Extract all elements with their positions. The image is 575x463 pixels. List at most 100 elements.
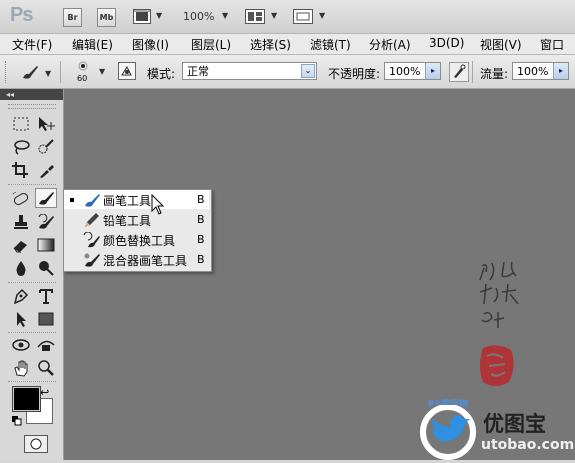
flyout-item-brush-tool[interactable]: 画笔工具 B: [64, 190, 209, 209]
separator: [8, 184, 56, 186]
menu-edit[interactable]: 编辑(E): [72, 36, 113, 53]
calligraphy-signature-watermark: [474, 258, 534, 341]
foreground-color-swatch[interactable]: [12, 386, 41, 412]
brush-size: 60: [77, 74, 88, 83]
twitter-bird-logo: [417, 404, 479, 463]
color-replacement-tool-icon: [83, 231, 101, 251]
opacity-label: 不透明度:: [328, 67, 381, 81]
move-tool-icon[interactable]: [35, 114, 57, 134]
photoshop-logo: Ps: [10, 4, 33, 26]
brush-tip-icon[interactable]: [77, 60, 89, 72]
airbrush-icon[interactable]: [449, 62, 469, 85]
menu-3d[interactable]: 3D(D): [429, 36, 464, 50]
brush-tools-flyout: 画笔工具 B 铅笔工具 B 颜色替换工具 B 混合器画笔工具 B: [63, 189, 212, 272]
flyout-item-label: 画笔工具: [103, 194, 152, 208]
menu-layer[interactable]: 图层(L): [191, 36, 231, 53]
flyout-item-label: 混合器画笔工具: [103, 254, 188, 268]
blend-mode-select[interactable]: 正常 ⌄: [182, 62, 317, 80]
watermark-url: utobao.com: [481, 437, 575, 453]
rectangle-tool-icon[interactable]: [35, 309, 57, 329]
red-seal-stamp: [477, 342, 517, 393]
menu-view[interactable]: 视图(V): [480, 36, 522, 53]
type-tool-icon[interactable]: [35, 286, 57, 306]
lasso-tool-icon[interactable]: [10, 137, 32, 157]
chevron-down-icon[interactable]: ▼: [156, 11, 162, 20]
chevron-down-icon[interactable]: ▼: [222, 11, 228, 20]
menu-file[interactable]: 文件(F): [12, 36, 52, 53]
chevron-down-icon[interactable]: ▼: [45, 69, 51, 78]
brush-tool-icon: [83, 192, 101, 211]
tools-panel: ◂◂ ↩: [0, 89, 64, 460]
arrange-documents-icon[interactable]: [245, 9, 265, 27]
shortcut-key: B: [197, 193, 205, 206]
mode-label: 模式:: [147, 67, 176, 81]
bridge-button[interactable]: Br: [63, 8, 82, 27]
separator: [8, 282, 56, 284]
quick-selection-tool-icon[interactable]: [35, 137, 57, 157]
separator: [472, 61, 473, 83]
flyout-item-label: 铅笔工具: [103, 214, 152, 228]
flow-slider-arrow-icon[interactable]: ▸: [553, 63, 568, 79]
spot-healing-brush-tool-icon[interactable]: [10, 189, 32, 209]
brush-tool-preset-icon[interactable]: [20, 63, 40, 84]
mini-bridge-button[interactable]: Mb: [97, 8, 116, 27]
marquee-tool-icon[interactable]: [10, 114, 32, 134]
options-grip[interactable]: [5, 61, 10, 83]
menu-select[interactable]: 选择(S): [250, 36, 291, 53]
film-strip-icon[interactable]: [133, 9, 151, 27]
eraser-tool-icon[interactable]: [10, 235, 32, 255]
menu-image[interactable]: 图像(I): [132, 36, 169, 53]
crop-tool-icon[interactable]: [10, 160, 32, 180]
menu-analysis[interactable]: 分析(A): [369, 36, 411, 53]
pen-tool-icon[interactable]: [10, 286, 32, 306]
flow-value: 100%: [517, 65, 549, 78]
path-selection-tool-icon[interactable]: [10, 309, 32, 329]
chevron-down-icon[interactable]: ▼: [99, 67, 105, 76]
3d-rotate-tool-icon[interactable]: [10, 335, 32, 355]
opacity-field[interactable]: 100% ▸: [384, 62, 441, 80]
opacity-slider-arrow-icon[interactable]: ▸: [425, 63, 440, 79]
blur-tool-icon[interactable]: [10, 258, 32, 278]
separator: [8, 332, 56, 334]
mixer-brush-tool-icon: [83, 252, 101, 271]
watermark-site-name: 优图宝: [483, 412, 546, 436]
clone-stamp-tool-icon[interactable]: [10, 212, 32, 232]
flyout-item-label: 颜色替换工具: [103, 234, 176, 248]
history-brush-tool-icon[interactable]: [35, 212, 57, 232]
hand-tool-icon[interactable]: [10, 358, 32, 378]
flyout-item-mixer-brush-tool[interactable]: 混合器画笔工具 B: [64, 250, 209, 269]
zoom-level[interactable]: 100%: [183, 10, 214, 23]
chevron-down-icon[interactable]: ▼: [271, 11, 277, 20]
gradient-tool-icon[interactable]: [35, 235, 57, 255]
flow-label: 流量:: [480, 67, 509, 81]
application-bar: Ps Br Mb ▼ 100% ▼ ▼ ▼: [0, 0, 575, 34]
brush-panel-toggle-icon[interactable]: [118, 62, 136, 83]
flyout-item-pencil-tool[interactable]: 铅笔工具 B: [64, 210, 209, 229]
eyedropper-tool-icon[interactable]: [35, 160, 57, 180]
separator: [60, 61, 61, 83]
collapse-panel-icon[interactable]: ◂◂: [0, 89, 63, 100]
menu-filter[interactable]: 滤镜(T): [310, 36, 351, 53]
quick-mask-mode-icon[interactable]: [24, 435, 48, 453]
flow-field[interactable]: 100% ▸: [512, 62, 569, 80]
brush-tool-icon[interactable]: [35, 188, 57, 208]
options-bar: ▼ 60 ▼ 模式: 正常 ⌄ 不透明度: 100% ▸ 流量: 100% ▸: [0, 55, 575, 89]
flyout-item-color-replacement-tool[interactable]: 颜色替换工具 B: [64, 230, 209, 249]
separator: [8, 381, 56, 383]
mouse-cursor-icon: [151, 193, 165, 219]
shortcut-key: B: [197, 213, 205, 226]
opacity-value: 100%: [389, 65, 421, 78]
3d-camera-rotate-tool-icon[interactable]: [35, 335, 57, 355]
dodge-tool-icon[interactable]: [35, 258, 57, 278]
screen-mode-icon[interactable]: [293, 9, 313, 27]
zoom-tool-icon[interactable]: [35, 358, 57, 378]
selected-bullet-icon: [70, 198, 74, 202]
chevron-down-icon[interactable]: ⌄: [301, 64, 315, 78]
chevron-down-icon[interactable]: ▼: [319, 11, 325, 20]
shortcut-key: B: [197, 253, 205, 266]
default-colors-icon[interactable]: [12, 416, 22, 429]
menu-bar: 文件(F) 编辑(E) 图像(I) 图层(L) 选择(S) 滤镜(T) 分析(A…: [0, 34, 575, 55]
panel-grip[interactable]: [8, 104, 56, 109]
menu-window[interactable]: 窗口: [540, 36, 564, 53]
pencil-tool-icon: [83, 212, 101, 231]
